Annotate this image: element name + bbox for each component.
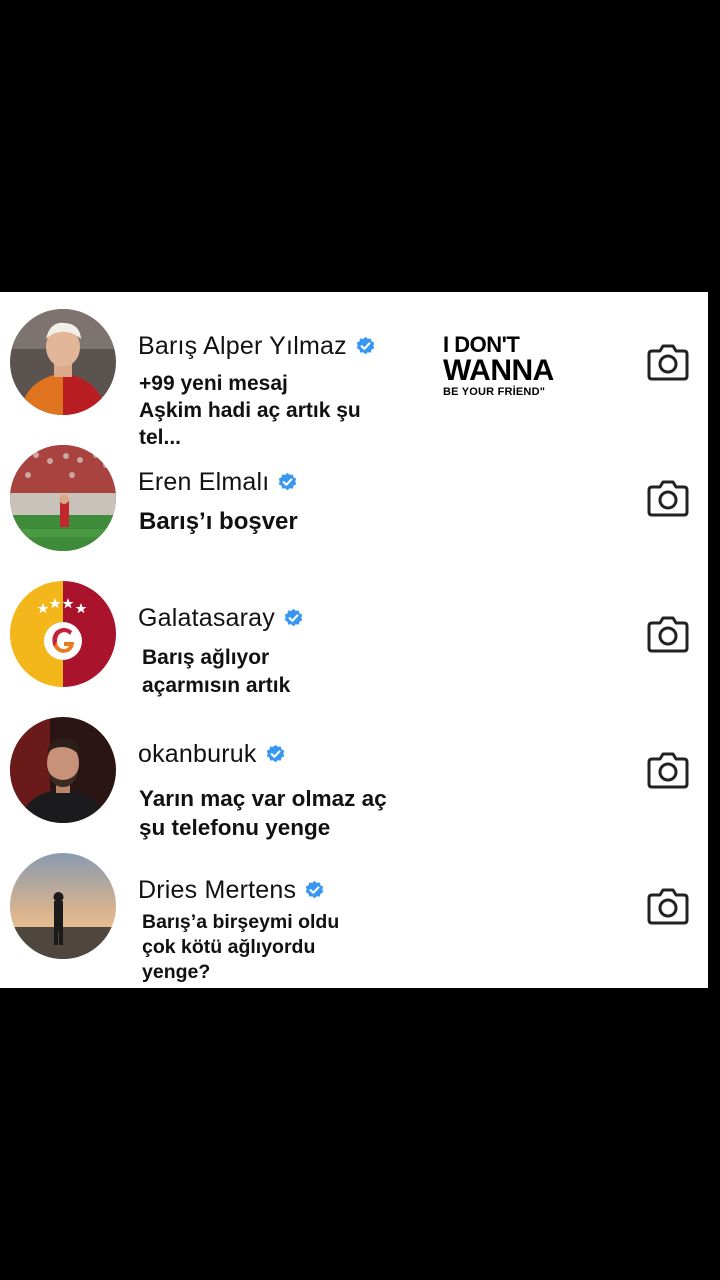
chat-row[interactable]: Dries Mertens Barış’a birşeymi oldu çok … bbox=[0, 836, 708, 983]
avatar-coach-image bbox=[10, 717, 116, 823]
message-preview: Barış ağlıyor açarmısın artık bbox=[142, 644, 432, 700]
message-line: Aşkim hadi aç artık şu bbox=[139, 399, 361, 422]
chat-row[interactable]: Eren Elmalı Barış’ı boşver bbox=[0, 428, 708, 564]
message-line: Barış ağlıyor bbox=[142, 646, 270, 669]
chat-row[interactable]: okanburuk Yarın maç var olmaz aç şu tele… bbox=[0, 700, 708, 840]
contact-name: okanburuk bbox=[138, 740, 257, 768]
avatar[interactable] bbox=[10, 717, 116, 823]
camera-button[interactable] bbox=[646, 614, 690, 654]
message-line: açarmısın artık bbox=[142, 674, 291, 697]
avatar[interactable] bbox=[10, 581, 116, 687]
avatar-sunset-image bbox=[10, 853, 116, 959]
overlay-line-3: BE YOUR FRİEND" bbox=[443, 386, 546, 398]
camera-button[interactable] bbox=[646, 342, 690, 382]
camera-icon bbox=[647, 616, 689, 653]
camera-button[interactable] bbox=[646, 478, 690, 518]
overlay-line-2: WANNA bbox=[443, 354, 554, 387]
message-preview: Barış’ı boşver bbox=[139, 508, 429, 535]
message-line: Barış’ı boşver bbox=[139, 508, 298, 535]
chat-row[interactable]: Barış Alper Yılmaz +99 yeni mesaj Aşkim … bbox=[0, 292, 708, 449]
message-preview: Barış’a birşeymi oldu çok kötü ağlıyordu… bbox=[142, 910, 432, 985]
avatar-footballer-image bbox=[10, 309, 116, 415]
verified-badge-icon bbox=[279, 472, 297, 491]
avatar[interactable] bbox=[10, 309, 116, 415]
verified-badge-icon bbox=[266, 744, 284, 763]
message-line: Yarın maç var olmaz aç bbox=[139, 786, 387, 811]
camera-button[interactable] bbox=[646, 886, 690, 926]
overlay-caption: I DON'T WANNA BE YOUR FRİEND" bbox=[443, 333, 554, 399]
avatar[interactable] bbox=[10, 853, 116, 959]
avatar-pitch-image bbox=[10, 445, 116, 551]
camera-button[interactable] bbox=[646, 750, 690, 790]
message-line: çok kötü ağlıyordu bbox=[142, 936, 316, 958]
chat-row[interactable]: Galatasaray Barış ağlıyor açarmısın artı… bbox=[0, 564, 708, 700]
message-line: +99 yeni mesaj bbox=[139, 372, 288, 395]
message-line: Barış’a birşeymi oldu bbox=[142, 911, 340, 933]
camera-icon bbox=[647, 888, 689, 925]
verified-badge-icon bbox=[305, 880, 324, 899]
camera-icon bbox=[647, 344, 689, 381]
contact-name: Dries Mertens bbox=[138, 876, 297, 904]
contact-name: Galatasaray bbox=[138, 604, 275, 632]
camera-icon bbox=[647, 752, 689, 789]
verified-badge-icon bbox=[356, 336, 375, 355]
contact-name: Barış Alper Yılmaz bbox=[138, 332, 347, 360]
verified-badge-icon bbox=[284, 608, 303, 627]
message-preview: Yarın maç var olmaz aç şu telefonu yenge bbox=[139, 784, 439, 842]
galatasaray-logo-icon bbox=[10, 581, 116, 687]
message-line: yenge? bbox=[142, 961, 211, 983]
contact-name: Eren Elmalı bbox=[138, 468, 270, 496]
avatar[interactable] bbox=[10, 445, 116, 551]
camera-icon bbox=[647, 480, 689, 517]
dm-inbox-panel: Barış Alper Yılmaz +99 yeni mesaj Aşkim … bbox=[0, 292, 708, 988]
